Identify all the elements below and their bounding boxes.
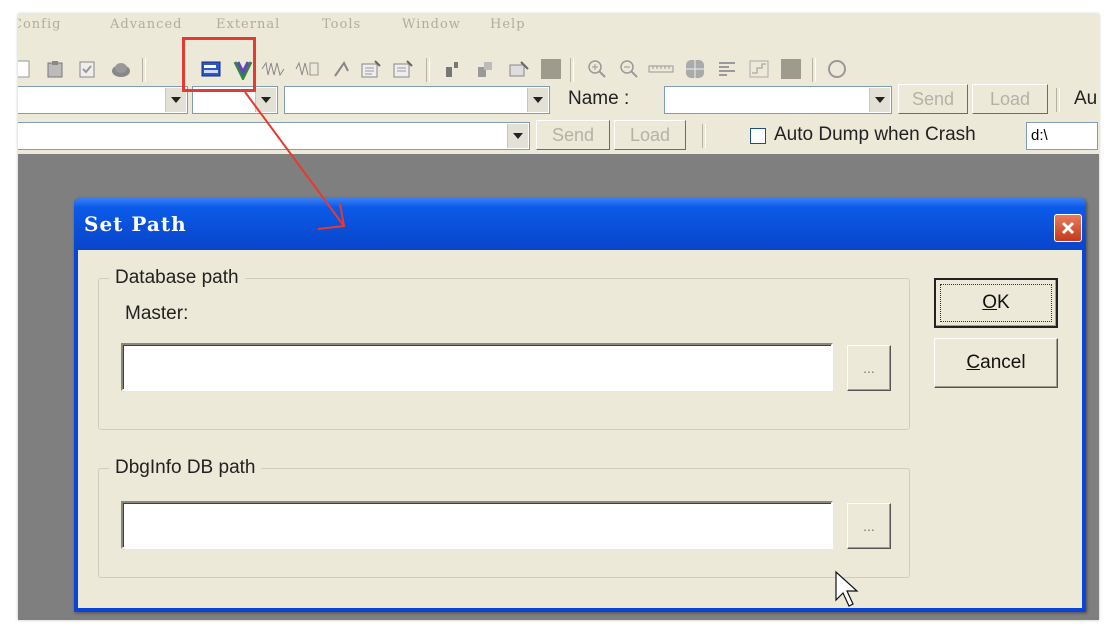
menu-advanced[interactable]: Advanced (110, 17, 182, 32)
ok-button[interactable]: OK (934, 278, 1058, 328)
close-button[interactable] (1054, 214, 1082, 242)
database-path-legend: Database path (109, 267, 245, 289)
annotation-highlight-box (182, 37, 256, 92)
clipboard-icon[interactable] (74, 56, 100, 82)
zoom-in-icon[interactable] (584, 56, 610, 82)
arrow-icon[interactable] (328, 56, 354, 82)
square-2-icon[interactable] (778, 56, 804, 82)
menu-config[interactable]: Config (18, 17, 61, 32)
clock-icon[interactable] (824, 56, 850, 82)
cancel-button[interactable]: Cancel (934, 338, 1058, 388)
grid-circle-icon[interactable] (682, 56, 708, 82)
toolbar-separator (142, 58, 146, 82)
cancel-mnemonic: C (966, 352, 981, 373)
master-path-input[interactable] (121, 343, 833, 391)
combo-box[interactable] (284, 86, 550, 114)
cancel-label-rest: ancel (980, 352, 1026, 373)
dbginfo-path-group: DbgInfo DB path ... (98, 457, 910, 578)
waveform-grid-icon[interactable] (294, 56, 320, 82)
toolbar-separator (570, 58, 574, 82)
load-button[interactable]: Load (972, 84, 1048, 114)
dialog-title: Set Path (84, 212, 187, 236)
toolbar-separator (426, 58, 430, 82)
send-button[interactable]: Send (898, 84, 968, 114)
cloud-icon[interactable] (108, 56, 134, 82)
chevron-down-icon (171, 97, 181, 103)
combo-box[interactable] (18, 86, 188, 114)
dbginfo-browse-button[interactable]: ... (847, 503, 891, 549)
menu-external[interactable]: External (216, 17, 280, 32)
zoom-out-icon[interactable] (616, 56, 642, 82)
toolbar-combo-row: Name : Send Load Au (18, 84, 1099, 118)
waveform-icon[interactable] (260, 56, 286, 82)
list-edit-icon[interactable] (358, 56, 384, 82)
dropdown-button[interactable] (507, 124, 528, 148)
dropdown-button[interactable] (527, 88, 548, 112)
cancel-label: Cancel (966, 352, 1025, 374)
square-icon[interactable] (538, 56, 564, 82)
edit-box-icon[interactable] (506, 56, 532, 82)
set-path-dialog: Set Path Database path Master: ... DbgIn… (74, 198, 1086, 612)
dialog-body: Database path Master: ... DbgInfo DB pat… (78, 250, 1082, 608)
menu-help[interactable]: Help (490, 17, 526, 32)
close-icon (1061, 221, 1075, 235)
dropdown-button[interactable] (869, 88, 890, 112)
dropdown-button[interactable] (255, 88, 276, 112)
bar-block-icon[interactable] (440, 56, 466, 82)
toolbar-separator (812, 58, 816, 82)
database-path-group: Database path Master: ... (98, 267, 910, 430)
toolbar-combo-row: Send Load Auto Dump when Crash d:\ (18, 118, 1099, 154)
dbginfo-path-input[interactable] (121, 501, 833, 549)
master-label: Master: (125, 303, 189, 324)
list-edit-2-icon[interactable] (390, 56, 416, 82)
paste-icon[interactable] (42, 56, 68, 82)
chevron-down-icon (533, 97, 543, 103)
dialog-title-bar[interactable]: Set Path (74, 198, 1086, 250)
menubar: Config Advanced External Tools Window He… (18, 14, 1099, 38)
toolbar-separator (702, 124, 706, 148)
master-browse-button[interactable]: ... (847, 345, 891, 391)
truncated-label: Au (1074, 88, 1098, 109)
focus-rectangle (940, 284, 1052, 322)
menu-tools[interactable]: Tools (322, 17, 361, 32)
menu-window[interactable]: Window (402, 17, 461, 32)
send-button[interactable]: Send (536, 120, 610, 150)
toolbar-separator (1056, 88, 1060, 112)
stack-icon[interactable] (472, 56, 498, 82)
auto-dump-checkbox[interactable] (750, 128, 766, 144)
align-left-icon[interactable] (714, 56, 740, 82)
chevron-down-icon (875, 97, 885, 103)
page-icon[interactable] (18, 56, 36, 82)
chevron-down-icon (261, 97, 271, 103)
step-chart-icon[interactable] (746, 56, 772, 82)
auto-dump-label: Auto Dump when Crash (774, 124, 976, 145)
dbginfo-path-legend: DbgInfo DB path (109, 457, 262, 479)
ruler-icon[interactable] (648, 56, 674, 82)
combo-box[interactable] (18, 122, 530, 150)
load-button[interactable]: Load (614, 120, 686, 150)
name-label: Name : (568, 88, 630, 109)
chevron-down-icon (513, 133, 523, 139)
name-combo[interactable] (664, 86, 892, 114)
dump-path-input[interactable]: d:\ (1026, 122, 1098, 150)
